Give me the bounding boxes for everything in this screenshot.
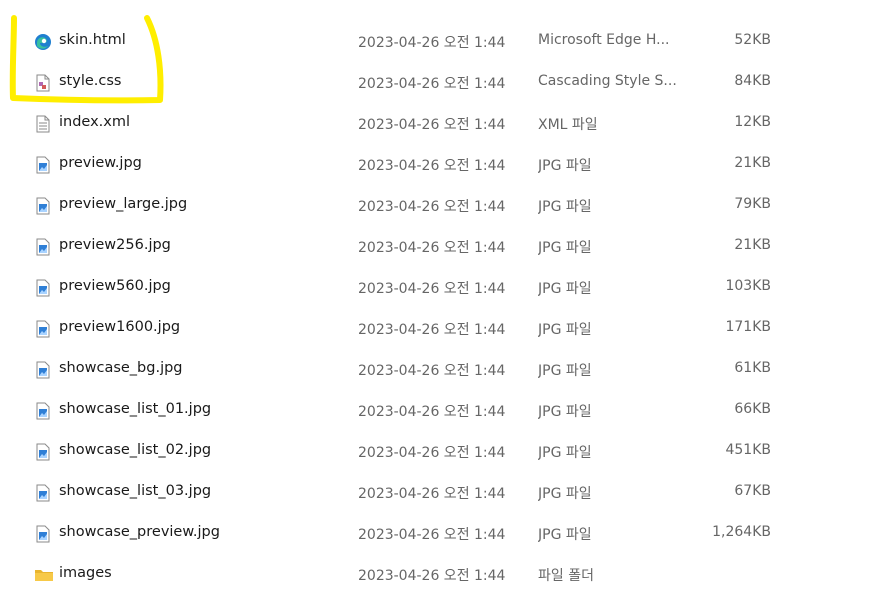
file-type: Microsoft Edge H... [538,32,670,48]
image-file-icon [34,361,52,379]
file-size: 67KB [734,483,771,499]
file-type: Cascading Style S... [538,73,677,89]
image-file-icon [34,443,52,461]
file-name: index.xml [59,114,131,130]
file-name: showcase_list_01.jpg [59,401,212,417]
file-date: 2023-04-26 오전 1:44 [358,281,506,297]
image-file-icon [34,525,52,543]
file-date: 2023-04-26 오전 1:44 [358,404,506,420]
file-type: JPG 파일 [538,527,592,543]
file-size: 171KB [725,319,771,335]
file-size: 66KB [734,401,771,417]
file-name: skin.html [59,32,126,48]
file-date: 2023-04-26 오전 1:44 [358,158,506,174]
file-name: preview256.jpg [59,237,171,253]
file-list: skin.html 2023-04-26 오전 1:44 Microsoft E… [0,0,881,612]
file-size: 1,264KB [712,524,771,540]
image-file-icon [34,279,52,297]
file-type: JPG 파일 [538,199,592,215]
file-name: preview560.jpg [59,278,171,294]
file-row-style-css[interactable]: style.css 2023-04-26 오전 1:44 Cascading S… [0,62,881,103]
edge-icon [34,33,52,51]
file-row-skin-html[interactable]: skin.html 2023-04-26 오전 1:44 Microsoft E… [0,21,881,62]
file-row-showcase-bg-jpg[interactable]: showcase_bg.jpg 2023-04-26 오전 1:44 JPG 파… [0,349,881,390]
file-type: JPG 파일 [538,240,592,256]
file-size: 451KB [725,442,771,458]
file-date: 2023-04-26 오전 1:44 [358,568,506,584]
file-row-images-folder[interactable]: images 2023-04-26 오전 1:44 파일 폴더 [0,554,881,595]
folder-icon [34,566,53,584]
file-name: style.css [59,73,122,89]
file-date: 2023-04-26 오전 1:44 [358,363,506,379]
file-date: 2023-04-26 오전 1:44 [358,527,506,543]
image-file-icon [34,320,52,338]
file-type: JPG 파일 [538,445,592,461]
file-size: 21KB [734,155,771,171]
image-file-icon [34,484,52,502]
file-date: 2023-04-26 오전 1:44 [358,240,506,256]
image-file-icon [34,156,52,174]
file-name: preview.jpg [59,155,142,171]
file-size: 103KB [725,278,771,294]
file-row-preview256-jpg[interactable]: preview256.jpg 2023-04-26 오전 1:44 JPG 파일… [0,226,881,267]
file-date: 2023-04-26 오전 1:44 [358,445,506,461]
file-type: JPG 파일 [538,322,592,338]
file-name: showcase_bg.jpg [59,360,183,376]
file-name: showcase_list_03.jpg [59,483,212,499]
file-name: images [59,565,112,581]
file-row-preview560-jpg[interactable]: preview560.jpg 2023-04-26 오전 1:44 JPG 파일… [0,267,881,308]
file-name: preview1600.jpg [59,319,181,335]
file-type: JPG 파일 [538,363,592,379]
file-name: showcase_list_02.jpg [59,442,212,458]
file-date: 2023-04-26 오전 1:44 [358,76,506,92]
file-size: 21KB [734,237,771,253]
image-file-icon [34,238,52,256]
file-date: 2023-04-26 오전 1:44 [358,486,506,502]
file-size: 79KB [734,196,771,212]
file-date: 2023-04-26 오전 1:44 [358,35,506,51]
xml-file-icon [34,115,52,133]
file-name: preview_large.jpg [59,196,188,212]
file-type: XML 파일 [538,117,598,133]
css-file-icon [34,74,52,92]
file-type: JPG 파일 [538,281,592,297]
file-size: 61KB [734,360,771,376]
image-file-icon [34,197,52,215]
file-row-showcase-preview-jpg[interactable]: showcase_preview.jpg 2023-04-26 오전 1:44 … [0,513,881,554]
file-type: JPG 파일 [538,486,592,502]
file-row-showcase-list-01-jpg[interactable]: showcase_list_01.jpg 2023-04-26 오전 1:44 … [0,390,881,431]
file-date: 2023-04-26 오전 1:44 [358,199,506,215]
image-file-icon [34,402,52,420]
file-row-preview-large-jpg[interactable]: preview_large.jpg 2023-04-26 오전 1:44 JPG… [0,185,881,226]
file-row-preview-jpg[interactable]: preview.jpg 2023-04-26 오전 1:44 JPG 파일 21… [0,144,881,185]
file-type: JPG 파일 [538,158,592,174]
file-size: 84KB [734,73,771,89]
file-type: 파일 폴더 [538,568,594,584]
file-size: 12KB [734,114,771,130]
file-size: 52KB [734,32,771,48]
file-row-showcase-list-03-jpg[interactable]: showcase_list_03.jpg 2023-04-26 오전 1:44 … [0,472,881,513]
file-type: JPG 파일 [538,404,592,420]
file-row-index-xml[interactable]: index.xml 2023-04-26 오전 1:44 XML 파일 12KB [0,103,881,144]
file-row-preview1600-jpg[interactable]: preview1600.jpg 2023-04-26 오전 1:44 JPG 파… [0,308,881,349]
file-row-showcase-list-02-jpg[interactable]: showcase_list_02.jpg 2023-04-26 오전 1:44 … [0,431,881,472]
file-date: 2023-04-26 오전 1:44 [358,322,506,338]
file-date: 2023-04-26 오전 1:44 [358,117,506,133]
file-name: showcase_preview.jpg [59,524,220,540]
